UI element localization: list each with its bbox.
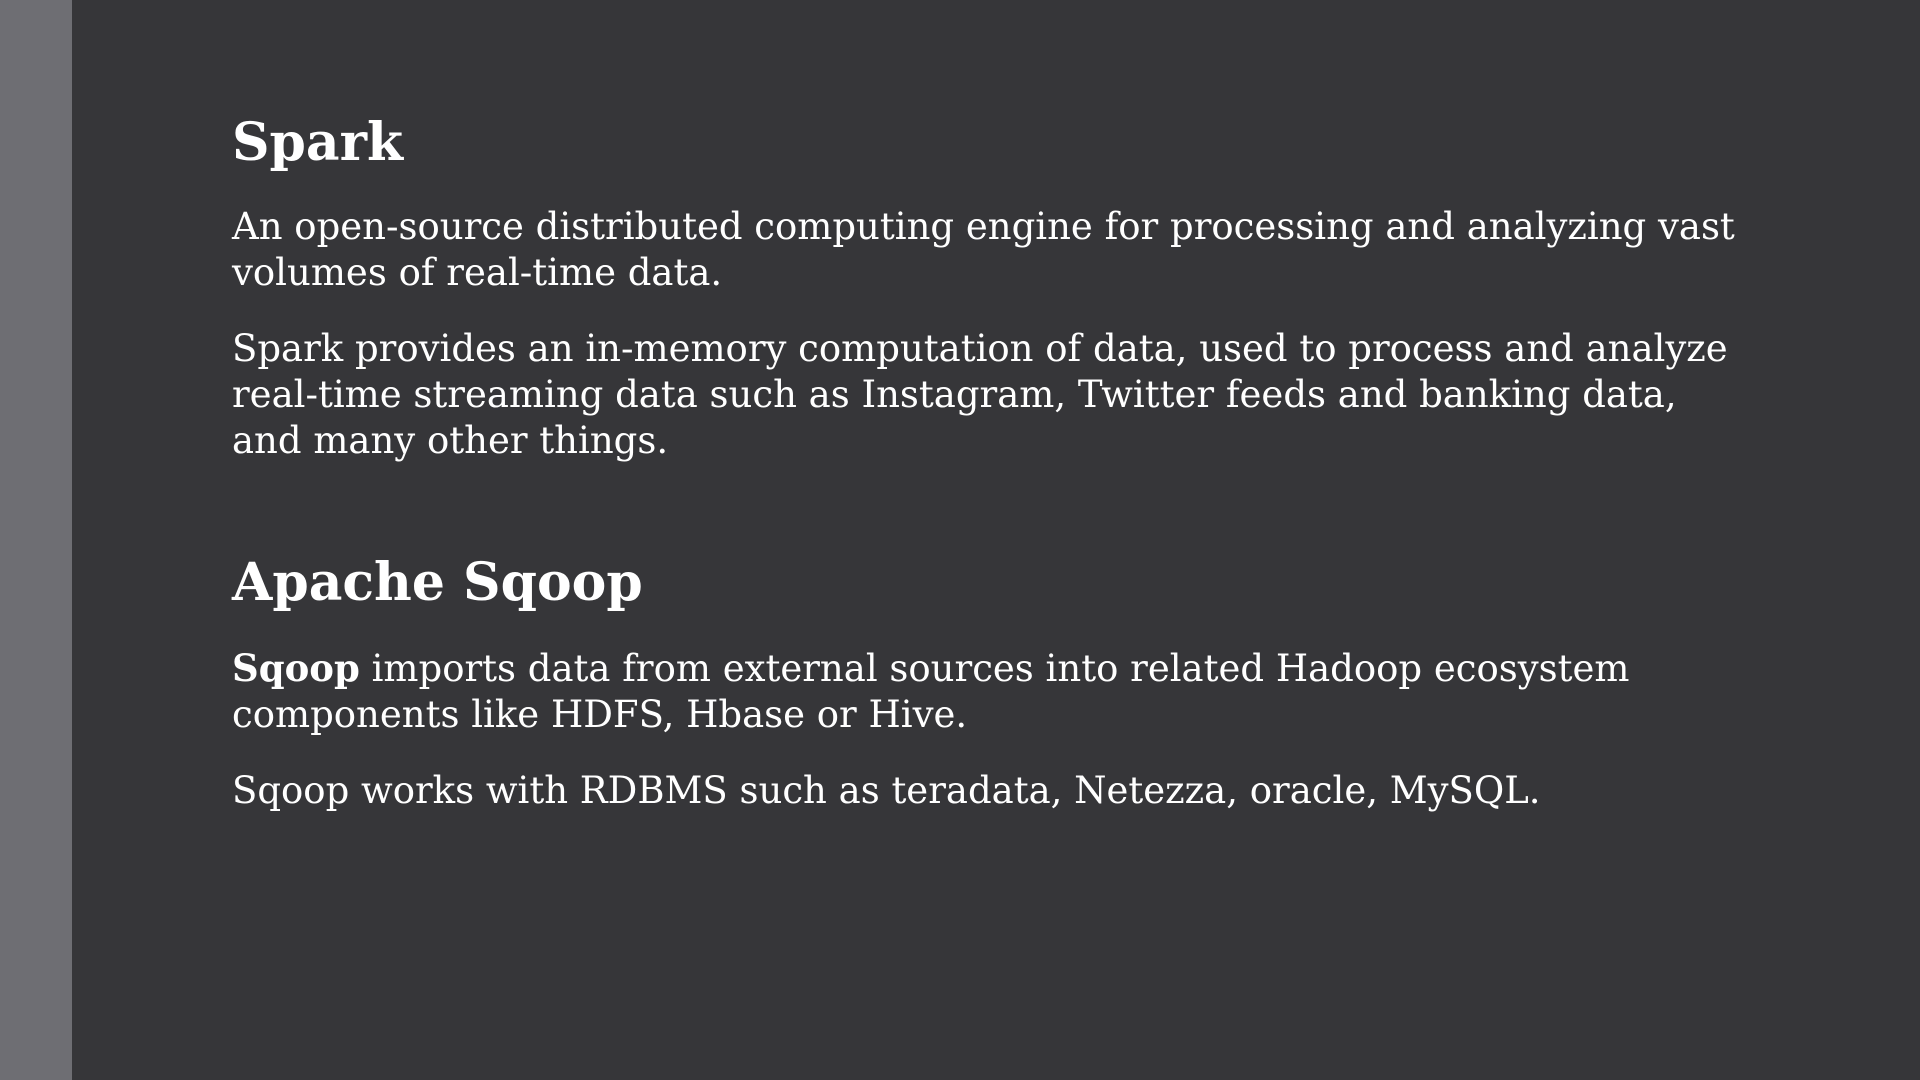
sqoop-heading: Apache Sqoop [232, 552, 643, 614]
sqoop-bold-term: Sqoop [232, 645, 360, 690]
sqoop-paragraph-1-rest: imports data from external sources into … [232, 646, 1630, 736]
slide-content: Spark An open-source distributed computi… [232, 112, 1752, 844]
spark-paragraph-1: An open-source distributed computing eng… [232, 205, 1735, 295]
spark-heading: Spark [232, 112, 404, 173]
sqoop-paragraph-1: Sqoop imports data from external sources… [232, 645, 1752, 738]
slide: Spark An open-source distributed computi… [0, 0, 1920, 1080]
sqoop-paragraph-2: Sqoop works with RDBMS such as teradata,… [232, 768, 1541, 812]
spark-paragraph-2: Spark provides an in-memory computation … [232, 327, 1728, 463]
side-accent-bar [0, 0, 72, 1080]
